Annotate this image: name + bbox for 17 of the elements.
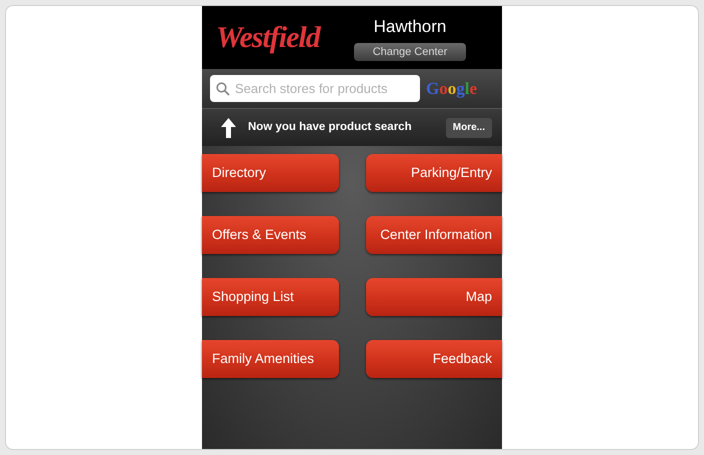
- menu-button[interactable]: Directory: [202, 154, 338, 192]
- center-name: Hawthorn: [374, 16, 446, 38]
- more-button[interactable]: More...: [446, 118, 492, 138]
- menu-button[interactable]: Center Information: [366, 216, 502, 254]
- up-arrow-icon: [220, 116, 237, 138]
- menu-button[interactable]: Map: [366, 278, 502, 316]
- menu-button[interactable]: Family Amenities: [202, 340, 338, 378]
- menu-button[interactable]: Offers & Events: [202, 216, 338, 254]
- menu-button[interactable]: Feedback: [366, 340, 502, 378]
- banner-text: Now you have product search: [248, 120, 413, 135]
- menu-button[interactable]: Parking/Entry: [366, 154, 502, 192]
- menu-button[interactable]: Shopping List: [202, 278, 338, 316]
- search-icon: [216, 82, 230, 96]
- search-field[interactable]: Search stores for products: [210, 75, 420, 102]
- google-logo: Google: [426, 78, 478, 100]
- westfield-logo: Westfield: [216, 20, 320, 56]
- change-center-button[interactable]: Change Center: [354, 42, 466, 61]
